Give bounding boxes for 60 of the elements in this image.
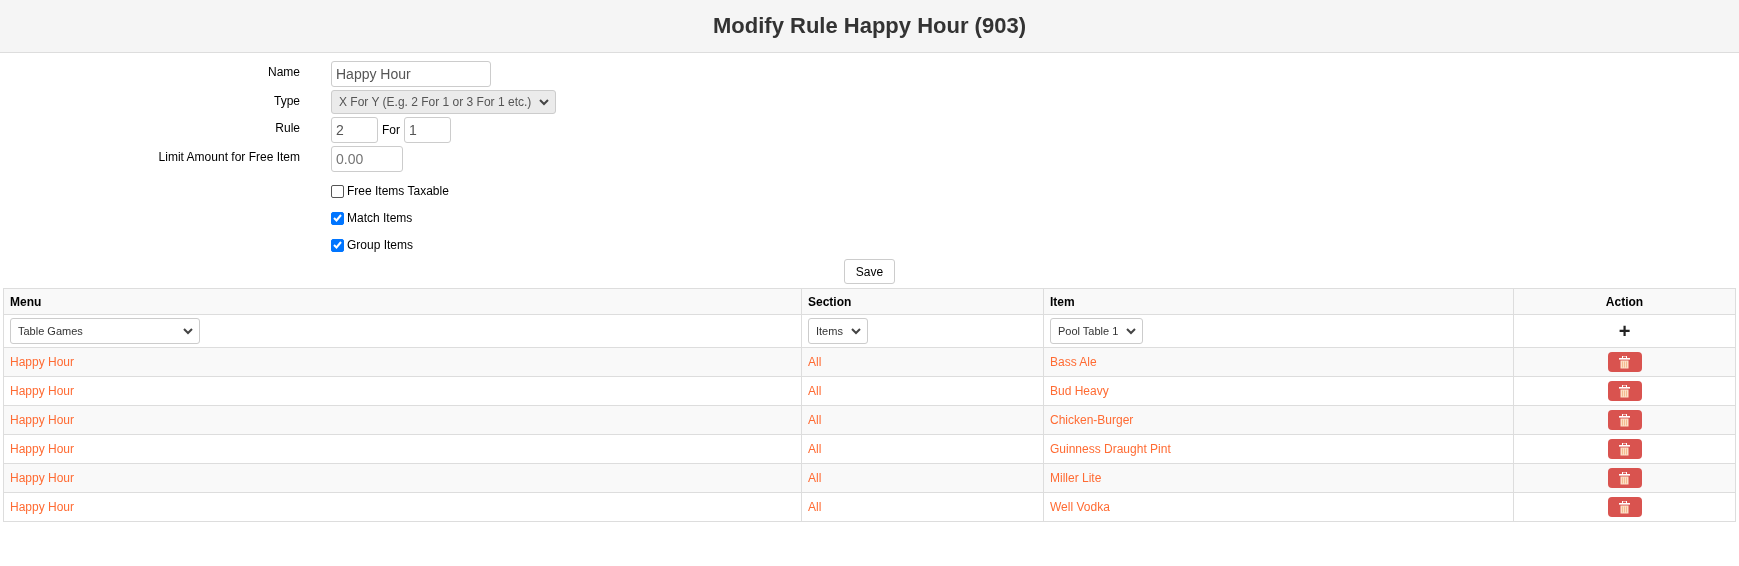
field-label: Limit Amount for Free Item	[158, 149, 300, 164]
table-cell: All	[801, 463, 1044, 493]
trash-icon	[1619, 500, 1630, 514]
section-dropdown[interactable]: Items	[808, 318, 868, 344]
checkbox-label: Match Items	[347, 211, 413, 225]
table-cell: Guinness Draught Pint	[1043, 434, 1514, 464]
table-cell: Bud Heavy	[1043, 376, 1514, 406]
trash-icon	[1619, 413, 1630, 427]
delete-button[interactable]	[1607, 381, 1642, 401]
checkbox[interactable]	[331, 238, 344, 252]
name-field[interactable]: Happy Hour	[331, 61, 491, 87]
table-cell: Happy Hour	[3, 463, 802, 493]
table-cell: Happy Hour	[3, 434, 802, 464]
y-field[interactable]: 1	[404, 117, 451, 143]
item-dropdown[interactable]: Pool Table 1	[1050, 318, 1144, 344]
table-cell: Happy Hour	[3, 376, 802, 406]
caret-icon	[1126, 327, 1137, 335]
delete-button[interactable]	[1607, 497, 1642, 517]
table-cell: Chicken-Burger	[1043, 405, 1514, 435]
table-cell: Miller Lite	[1043, 463, 1514, 493]
limit-field[interactable]: 0.00	[331, 146, 403, 172]
column-header: Section	[801, 288, 1044, 315]
column-header: Item	[1043, 288, 1514, 315]
trash-icon	[1619, 384, 1630, 398]
column-header: Action	[1513, 288, 1736, 315]
caret-icon	[539, 98, 550, 106]
for-label: For	[382, 123, 400, 137]
caret-icon	[183, 327, 193, 335]
trash-icon	[1619, 355, 1630, 369]
menu-dropdown[interactable]: Table Games	[10, 318, 200, 344]
field-label: Rule	[275, 120, 300, 135]
page-title: Modify Rule Happy Hour (903)	[713, 13, 1026, 39]
table-cell: All	[801, 434, 1044, 464]
table-cell: All	[801, 376, 1044, 406]
delete-button[interactable]	[1607, 468, 1642, 488]
delete-button[interactable]	[1607, 410, 1642, 430]
table-cell: Happy Hour	[3, 405, 802, 435]
table-cell: Well Vodka	[1043, 492, 1514, 522]
table-cell: Happy Hour	[3, 492, 802, 522]
table-cell: All	[801, 405, 1044, 435]
checkbox[interactable]	[331, 211, 344, 225]
type-dropdown[interactable]: X For Y (E.g. 2 For 1 or 3 For 1 etc.)	[331, 90, 557, 114]
field-label: Name	[268, 64, 300, 79]
table-cell: All	[801, 492, 1044, 522]
field-label: Type	[274, 93, 300, 108]
delete-button[interactable]	[1607, 352, 1642, 372]
trash-icon	[1619, 442, 1630, 456]
trash-icon	[1619, 471, 1630, 485]
checkbox-label: Free Items Taxable	[347, 184, 449, 198]
table-cell: Bass Ale	[1043, 347, 1514, 377]
x-field[interactable]: 2	[331, 117, 378, 143]
table-cell: All	[801, 347, 1044, 377]
caret-icon	[850, 327, 861, 335]
table-cell: Happy Hour	[3, 347, 802, 377]
checkbox[interactable]	[331, 184, 344, 198]
checkbox-label: Group Items	[347, 238, 414, 252]
delete-button[interactable]	[1607, 439, 1642, 459]
add-button[interactable]: +	[1618, 319, 1631, 343]
save-button[interactable]: Save	[843, 259, 896, 284]
column-header: Menu	[3, 288, 802, 315]
